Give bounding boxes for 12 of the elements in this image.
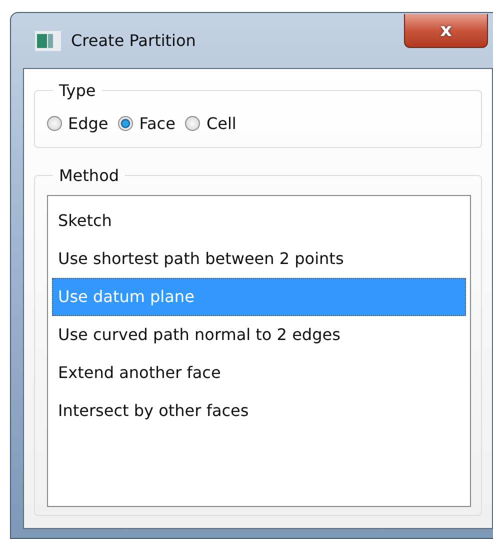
close-button[interactable]: x [404, 14, 488, 48]
list-item[interactable]: Intersect by other faces [52, 392, 466, 430]
list-item[interactable]: Extend another face [52, 354, 466, 392]
radio-option[interactable]: Edge [47, 114, 108, 133]
list-item[interactable]: Sketch [52, 202, 466, 240]
radio-option[interactable]: Cell [185, 114, 236, 133]
radio-option[interactable]: Face [118, 114, 176, 133]
list-item[interactable]: Use shortest path between 2 points [52, 240, 466, 278]
window-title: Create Partition [71, 31, 197, 50]
group-title: Method [58, 166, 120, 185]
list-item[interactable]: Use curved path normal to 2 edges [52, 316, 466, 354]
group-title: Type [58, 81, 97, 100]
